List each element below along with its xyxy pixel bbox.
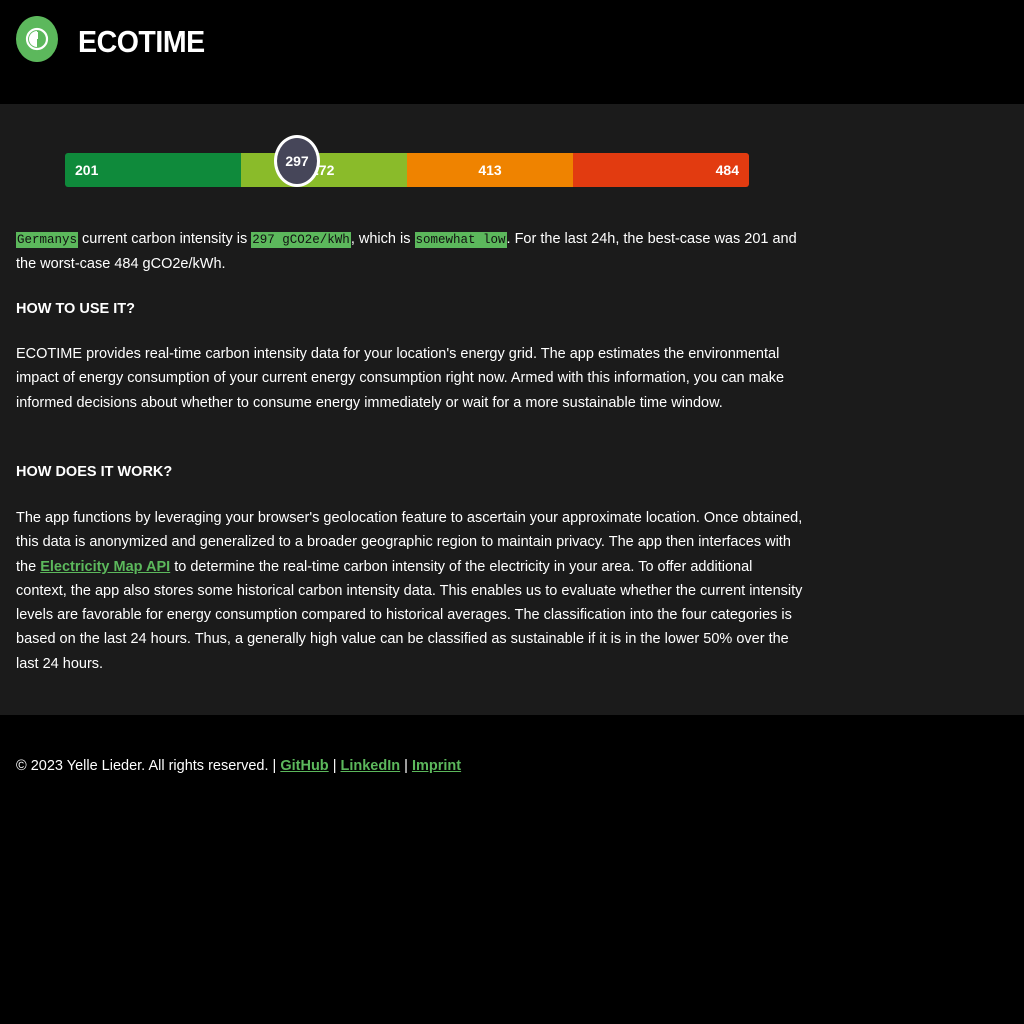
how-it-works-text-2: to determine the real-time carbon intens… [16, 558, 803, 672]
footer-text: © 2023 Yelle Lieder. All rights reserved… [16, 756, 461, 776]
footer-separator: | [328, 758, 341, 774]
github-link[interactable]: GitHub [280, 758, 328, 774]
app-title: ECOTIME [78, 24, 205, 59]
country-highlight: Germanys [16, 232, 79, 248]
scale-segment-high: 484 [573, 153, 749, 187]
copyright-text: © 2023 Yelle Lieder. All rights reserved… [16, 758, 281, 774]
linkedin-link[interactable]: LinkedIn [341, 758, 401, 774]
scale-label-max: 484 [715, 162, 739, 178]
summary-paragraph: Germanys current carbon intensity is 297… [16, 227, 806, 277]
how-it-works-body: The app functions by leveraging your bro… [16, 506, 806, 676]
category-highlight: somewhat low [414, 232, 507, 248]
current-intensity-marker: 297 [274, 135, 321, 187]
summary-text-1: current carbon intensity is [78, 231, 252, 247]
footer: © 2023 Yelle Lieder. All rights reserved… [0, 715, 1024, 1024]
summary-text-2: , which is [350, 231, 415, 247]
carbon-intensity-scale: 201 272 413 484 [65, 153, 749, 187]
how-to-use-body: ECOTIME provides real-time carbon intens… [16, 346, 785, 411]
electricity-map-api-link[interactable]: Electricity Map API [40, 559, 170, 575]
scale-segment-somewhat-low: 272 [241, 153, 407, 187]
imprint-link[interactable]: Imprint [412, 758, 461, 774]
footer-separator: | [400, 758, 412, 774]
scale-label-q3: 413 [478, 162, 502, 178]
clock-leaf-icon [25, 27, 49, 51]
scale-segment-somewhat-high: 413 [407, 153, 573, 187]
how-to-use-heading: HOW TO USE IT? [16, 301, 135, 317]
app-logo[interactable] [16, 16, 58, 62]
header: ECOTIME [0, 0, 1024, 104]
scale-label-min: 201 [75, 162, 99, 178]
scale-segment-low: 201 [65, 153, 241, 187]
intensity-highlight: 297 gCO2e/kWh [251, 232, 351, 248]
main-content: 201 272 413 484 297 Germanys current car… [0, 104, 1024, 715]
how-it-works-heading: HOW DOES IT WORK? [16, 464, 173, 480]
